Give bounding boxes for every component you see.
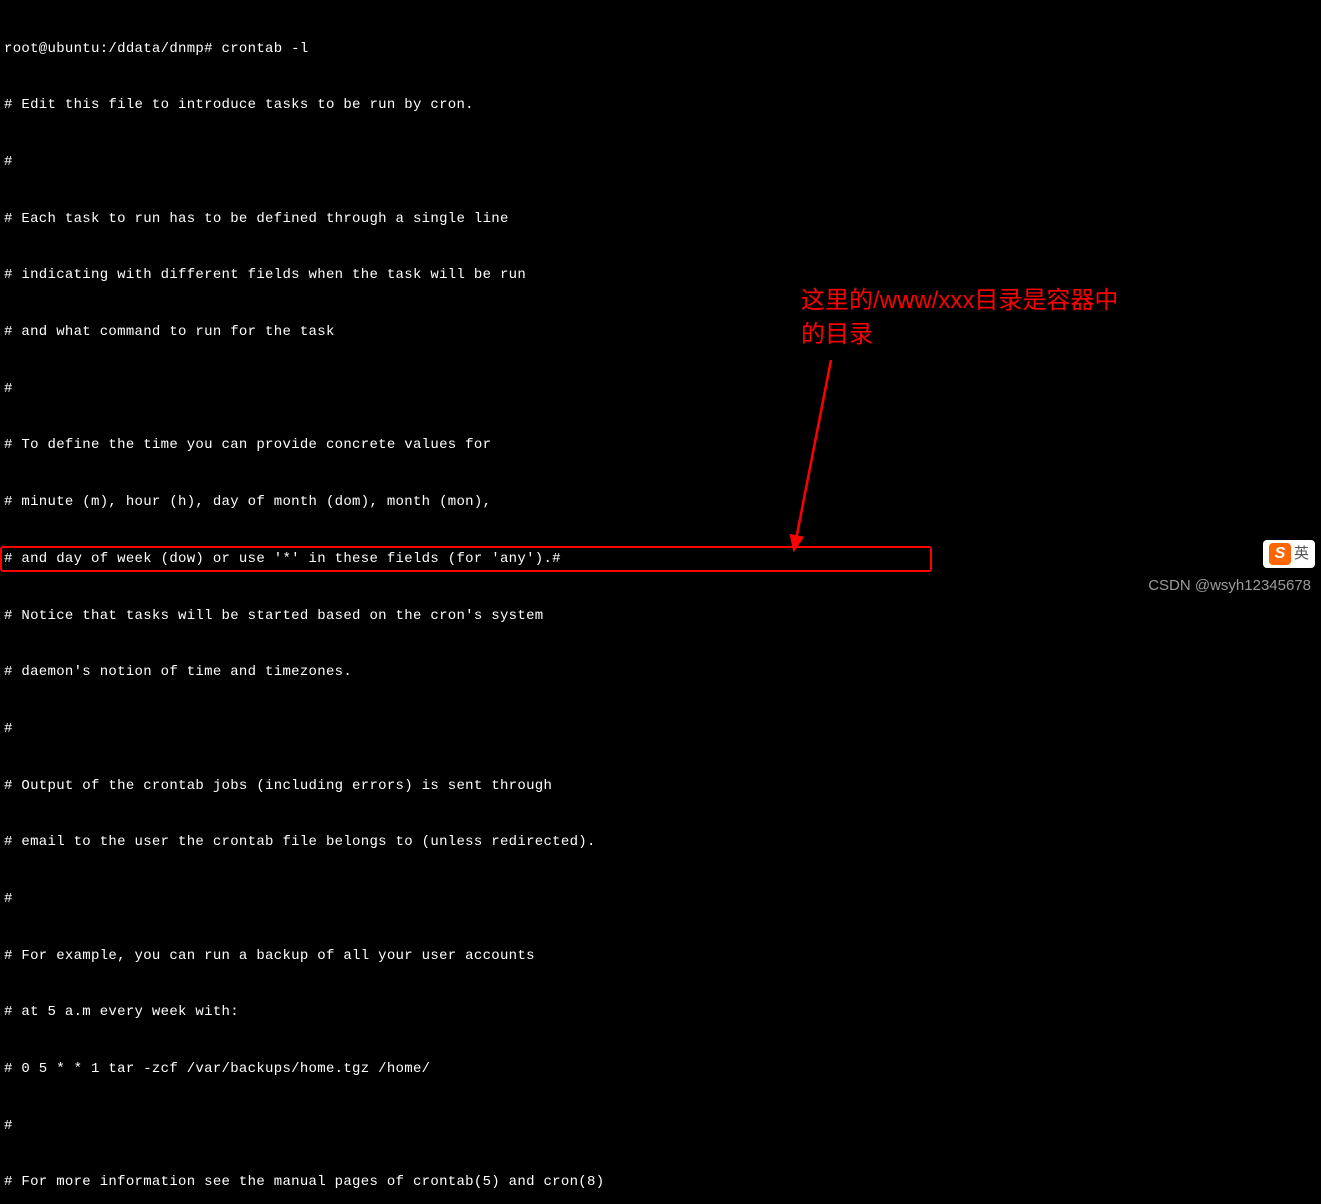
sogou-logo-icon: S bbox=[1269, 543, 1291, 565]
watermark-text: CSDN @wsyh12345678 bbox=[1148, 576, 1311, 596]
terminal-line: # bbox=[4, 720, 1317, 739]
terminal-line: # bbox=[4, 1117, 1317, 1136]
ime-language: 英 bbox=[1294, 544, 1309, 564]
annotation-line: 的目录 bbox=[801, 318, 1281, 352]
terminal-line: # To define the time you can provide con… bbox=[4, 436, 1317, 455]
terminal-line: # bbox=[4, 890, 1317, 909]
terminal-line: root@ubuntu:/ddata/dnmp# crontab -l bbox=[4, 40, 1317, 59]
terminal-output[interactable]: root@ubuntu:/ddata/dnmp# crontab -l # Ed… bbox=[4, 2, 1317, 1204]
terminal-line: # at 5 a.m every week with: bbox=[4, 1003, 1317, 1022]
terminal-line: # Each task to run has to be defined thr… bbox=[4, 210, 1317, 229]
terminal-line: # indicating with different fields when … bbox=[4, 266, 1317, 285]
annotation-text: 这里的/www/xxx目录是容器中 的目录 bbox=[801, 284, 1281, 351]
terminal-line: # daemon's notion of time and timezones. bbox=[4, 663, 1317, 682]
ime-indicator[interactable]: S 英 bbox=[1263, 540, 1315, 568]
terminal-line: # 0 5 * * 1 tar -zcf /var/backups/home.t… bbox=[4, 1060, 1317, 1079]
terminal-line: # bbox=[4, 153, 1317, 172]
terminal-line: # bbox=[4, 380, 1317, 399]
terminal-line: # For more information see the manual pa… bbox=[4, 1173, 1317, 1192]
terminal-line: # For example, you can run a backup of a… bbox=[4, 947, 1317, 966]
terminal-line: # minute (m), hour (h), day of month (do… bbox=[4, 493, 1317, 512]
terminal-line: # Edit this file to introduce tasks to b… bbox=[4, 96, 1317, 115]
annotation-line: 这里的/www/xxx目录是容器中 bbox=[801, 284, 1281, 318]
terminal-line: # Notice that tasks will be started base… bbox=[4, 607, 1317, 626]
terminal-line: # and day of week (dow) or use '*' in th… bbox=[4, 550, 1317, 569]
terminal-line: # email to the user the crontab file bel… bbox=[4, 833, 1317, 852]
terminal-line: # Output of the crontab jobs (including … bbox=[4, 777, 1317, 796]
